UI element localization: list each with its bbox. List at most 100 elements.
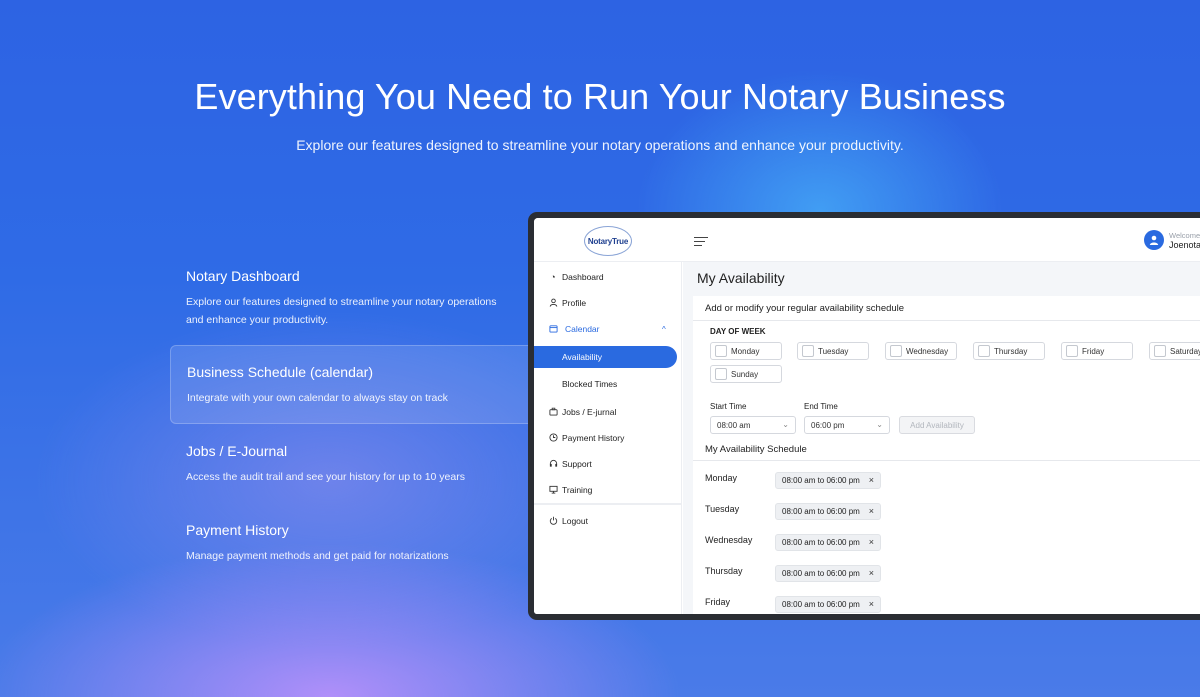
day-of-week-label: DAY OF WEEK (710, 327, 766, 336)
start-time-select[interactable]: 08:00 am ⌄ (710, 416, 796, 434)
start-time-label: Start Time (710, 402, 747, 411)
day-checkbox-saturday[interactable]: Saturday (1149, 342, 1200, 360)
sidebar-item-support[interactable]: Support (534, 453, 682, 475)
day-checkbox-tuesday[interactable]: Tuesday (797, 342, 869, 360)
chip-text: 08:00 am to 06:00 pm (782, 476, 860, 485)
feature-business-schedule[interactable]: Business Schedule (calendar) Integrate w… (170, 345, 532, 424)
day-label: Friday (1082, 347, 1105, 356)
sidebar-item-training[interactable]: Training (534, 479, 682, 501)
notarytrue-logo[interactable]: NotaryTrue (584, 226, 632, 256)
schedule-day-label: Thursday (705, 566, 743, 576)
day-label: Monday (731, 347, 760, 356)
close-icon[interactable]: × (869, 568, 874, 578)
sidebar-item-jobs[interactable]: Jobs / E-jurnal (534, 401, 682, 423)
day-checkbox-sunday[interactable]: Sunday (710, 365, 782, 383)
feature-description: Explore our features designed to streaml… (186, 296, 497, 326)
close-icon[interactable]: × (869, 599, 874, 609)
monitor-icon (548, 485, 558, 496)
user-icon (548, 298, 558, 309)
day-checkbox-wednesday[interactable]: Wednesday (885, 342, 957, 360)
schedule-chip: 08:00 am to 06:00 pm × (775, 472, 881, 489)
user-avatar-icon[interactable] (1144, 230, 1164, 250)
select-value: 06:00 pm (811, 421, 845, 430)
calendar-icon (548, 324, 558, 335)
close-icon[interactable]: × (869, 506, 874, 516)
end-time-label: End Time (804, 402, 838, 411)
day-label: Saturday (1170, 347, 1200, 356)
schedule-chip: 08:00 am to 06:00 pm × (775, 596, 881, 613)
day-checkbox-friday[interactable]: Friday (1061, 342, 1133, 360)
sidebar-item-label: Blocked Times (562, 379, 618, 389)
day-label: Sunday (731, 370, 759, 379)
sidebar-item-dashboard[interactable]: ◔ Dashboard (534, 266, 682, 288)
checkbox[interactable] (1154, 345, 1166, 357)
sidebar-item-label: Dashboard (562, 272, 604, 282)
checkbox[interactable] (715, 368, 727, 380)
schedule-day-label: Tuesday (705, 504, 740, 514)
chevron-down-icon: ⌄ (782, 420, 789, 429)
feature-description: Access the audit trail and see your hist… (186, 471, 465, 483)
schedule-day-label: Monday (705, 473, 738, 483)
close-icon[interactable]: × (869, 475, 874, 485)
feature-title: Payment History (186, 522, 289, 538)
sidebar-item-availability[interactable]: Availability (534, 346, 677, 368)
select-value: 08:00 am (717, 421, 751, 430)
feature-payment-history[interactable]: Payment History Manage payment methods a… (170, 504, 532, 581)
chevron-up-icon[interactable]: ^ (662, 325, 666, 334)
feature-title: Business Schedule (calendar) (187, 364, 373, 380)
sidebar-item-label: Availability (562, 352, 603, 362)
schedule-day-label: Friday (705, 597, 731, 607)
main-content: My Availability Add or modify your regul… (683, 262, 1200, 614)
app-preview-window: NotaryTrue Welcome Joenota ◔ Dashboard P… (528, 212, 1200, 620)
feature-jobs-ejournal[interactable]: Jobs / E-Journal Access the audit trail … (170, 425, 532, 502)
day-label: Tuesday (818, 347, 849, 356)
checkbox[interactable] (715, 345, 727, 357)
pie-chart-icon: ◔ (550, 272, 556, 282)
day-checkbox-monday[interactable]: Monday (710, 342, 782, 360)
end-time-select[interactable]: 06:00 pm ⌄ (804, 416, 890, 434)
feature-description: Integrate with your own calendar to alwa… (187, 392, 448, 404)
feature-title: Notary Dashboard (186, 268, 300, 284)
add-availability-button[interactable]: Add Availability (899, 416, 975, 434)
sidebar-item-label: Support (562, 459, 592, 469)
feature-notary-dashboard[interactable]: Notary Dashboard Explore our features de… (170, 250, 532, 345)
power-icon (548, 516, 558, 527)
headset-icon (548, 459, 558, 470)
availability-card: Add or modify your regular availability … (693, 296, 1200, 614)
chevron-down-icon: ⌄ (876, 420, 883, 429)
schedule-chip: 08:00 am to 06:00 pm × (775, 534, 881, 551)
chip-text: 08:00 am to 06:00 pm (782, 538, 860, 547)
day-label: Wednesday (906, 347, 949, 356)
sidebar-divider (534, 503, 682, 505)
sidebar-item-payment-history[interactable]: Payment History (534, 427, 682, 449)
clock-icon (548, 432, 558, 444)
hamburger-menu-icon[interactable] (694, 237, 708, 247)
sidebar-item-label: Training (562, 485, 593, 495)
day-checkbox-thursday[interactable]: Thursday (973, 342, 1045, 360)
chip-text: 08:00 am to 06:00 pm (782, 507, 860, 516)
divider (693, 320, 1200, 321)
sidebar-item-profile[interactable]: Profile (534, 292, 682, 314)
checkbox[interactable] (802, 345, 814, 357)
checkbox[interactable] (978, 345, 990, 357)
feature-description: Manage payment methods and get paid for … (186, 550, 449, 562)
checkbox[interactable] (890, 345, 902, 357)
username: Joenota (1169, 240, 1200, 250)
welcome-text: Welcome (1169, 231, 1200, 240)
sidebar-item-logout[interactable]: Logout (534, 510, 682, 532)
sidebar-item-blocked-times[interactable]: Blocked Times (534, 373, 682, 395)
sidebar: ◔ Dashboard Profile Calendar ^ Availabil… (534, 262, 682, 614)
feature-title: Jobs / E-Journal (186, 443, 288, 459)
hero-subtitle: Explore our features designed to streaml… (296, 137, 904, 153)
app-topbar: NotaryTrue Welcome Joenota (534, 218, 1200, 262)
app-screen: NotaryTrue Welcome Joenota ◔ Dashboard P… (534, 218, 1200, 614)
schedule-heading: My Availability Schedule (705, 444, 807, 455)
page-title: My Availability (697, 270, 785, 286)
checkbox[interactable] (1066, 345, 1078, 357)
hero-title: Everything You Need to Run Your Notary B… (194, 76, 1006, 117)
close-icon[interactable]: × (869, 537, 874, 547)
divider (693, 460, 1200, 461)
chip-text: 08:00 am to 06:00 pm (782, 569, 860, 578)
sidebar-item-calendar[interactable]: Calendar ^ (534, 318, 682, 340)
sidebar-item-label: Payment History (562, 433, 625, 443)
